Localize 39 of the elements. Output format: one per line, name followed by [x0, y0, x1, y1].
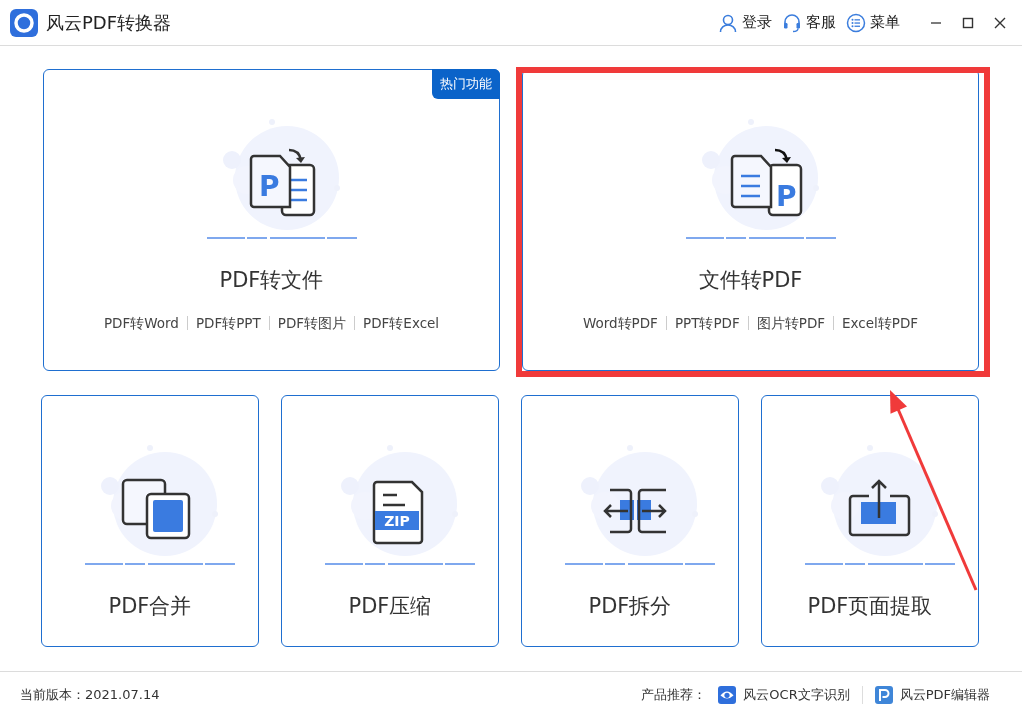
product-link[interactable]: 风云OCR文字识别 [706, 686, 862, 704]
tool-card[interactable]: PDF拆分 [521, 395, 739, 647]
eye-icon [718, 686, 737, 704]
conversion-link[interactable]: PDF转Word [95, 316, 187, 330]
card-title: 文件转PDF [698, 267, 803, 294]
conversion-link[interactable]: 图片转PDF [747, 316, 834, 330]
conversion-link[interactable]: PDF转图片 [268, 316, 355, 330]
user-icon [718, 12, 738, 33]
tool-card[interactable]: PDF页面提取 [761, 395, 979, 647]
card-title: PDF压缩 [348, 593, 432, 620]
headset-icon [782, 12, 802, 33]
card-title: PDF转文件 [219, 267, 324, 294]
titlebar-action[interactable]: 登录 [718, 12, 772, 33]
titlebar-action[interactable]: 菜单 [846, 12, 900, 33]
maximize-icon[interactable] [962, 16, 974, 29]
titlebar-action[interactable]: 客服 [782, 12, 836, 33]
conversion-link[interactable]: PPT转PDF [665, 316, 748, 330]
conversion-link[interactable]: PDF转Excel [354, 316, 448, 330]
card-title: PDF页面提取 [807, 593, 933, 620]
version-text: 当前版本：2021.07.14 [20, 686, 160, 704]
document-to-pdf-drawing: P [665, 110, 836, 242]
hot-badge: 热门功能 [432, 69, 500, 99]
tool-card[interactable]: PDF合并 [41, 395, 259, 647]
app-logo-icon [10, 8, 38, 37]
conversion-link[interactable]: Excel转PDF [833, 316, 927, 330]
pdf-to-document-drawing: P [186, 110, 357, 242]
card-title: PDF拆分 [588, 593, 672, 620]
zip-file-drawing: ZIP [305, 436, 475, 568]
close-icon[interactable] [994, 16, 1006, 29]
recommend-label: 产品推荐： [641, 686, 707, 704]
feature-card[interactable]: 热门功能 P PDF转文件 PDF转Word PDF转PPT PDF转图片 PDF转Excel [43, 69, 500, 371]
conversion-link[interactable]: Word转PDF [574, 316, 666, 330]
card-title: PDF合并 [108, 593, 192, 620]
pdf-editor-icon [874, 686, 893, 704]
conversion-link[interactable]: PDF转PPT [186, 316, 269, 330]
tool-card[interactable]: ZIP PDF压缩 [281, 395, 499, 647]
menu-icon [846, 12, 866, 33]
product-link[interactable]: 风云PDF编辑器 [861, 686, 1002, 704]
window-title: 风云PDF转换器 [46, 10, 172, 35]
